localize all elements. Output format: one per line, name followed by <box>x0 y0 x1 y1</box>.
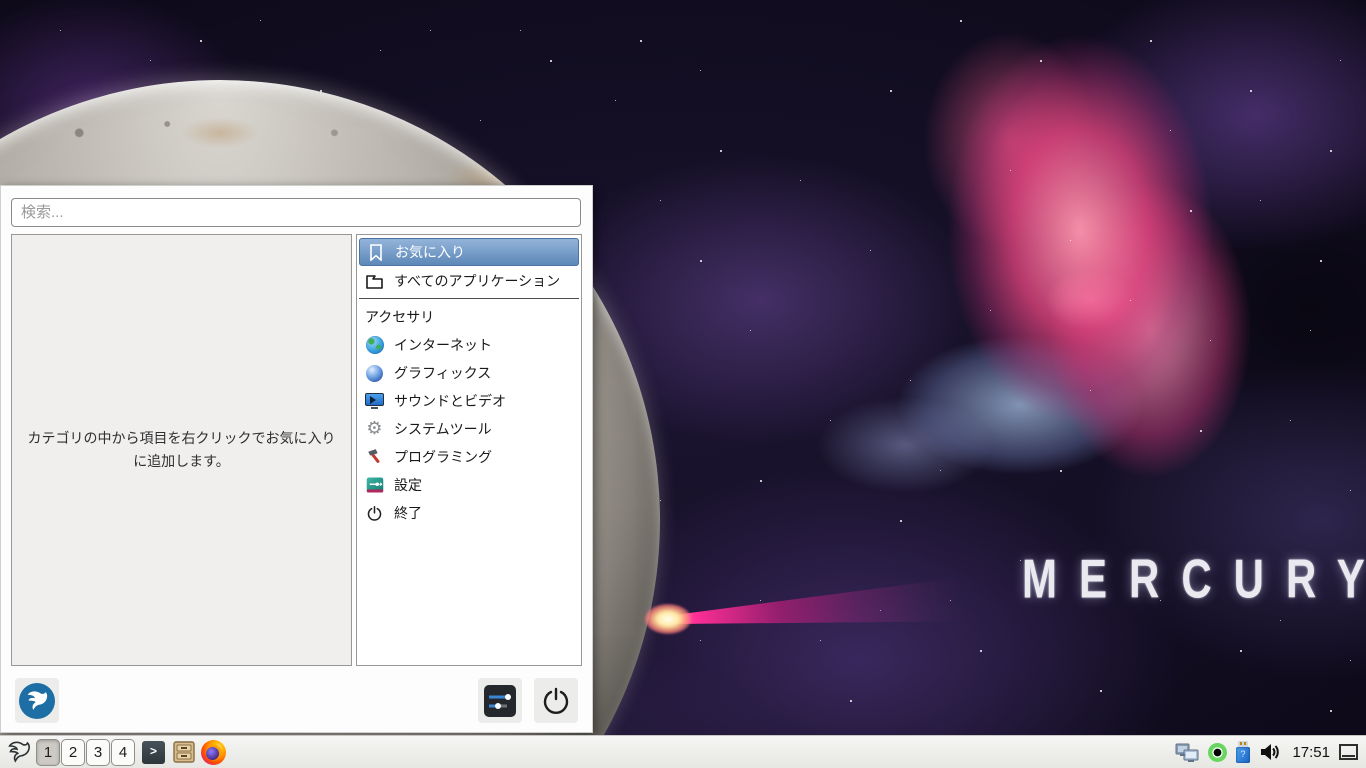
category-label: グラフィックス <box>394 365 492 381</box>
gears-icon: ⚙ <box>366 418 383 439</box>
bookmark-icon <box>366 243 385 262</box>
media-player-icon <box>365 392 384 411</box>
firefox-launcher[interactable] <box>200 739 227 766</box>
category-all-applications[interactable]: すべてのアプリケーション <box>359 267 579 295</box>
category-label: 設定 <box>394 477 422 493</box>
category-favorites[interactable]: お気に入り <box>359 238 579 266</box>
favorites-pane: カテゴリの中から項目を右クリックでお気に入りに追加します。 <box>11 234 352 666</box>
bird-menu-icon <box>8 741 30 763</box>
category-list: お気に入り すべてのアプリケーション アクセサリ インターネット グラフィックス <box>356 234 582 666</box>
workspace-4[interactable]: 4 <box>111 738 135 766</box>
bird-logo-icon <box>19 682 55 719</box>
category-settings[interactable]: 設定 <box>359 471 579 499</box>
show-desktop-button[interactable] <box>1339 744 1358 760</box>
file-manager-launcher[interactable] <box>170 739 197 766</box>
volume-icon[interactable] <box>1259 742 1281 762</box>
category-label: アクセサリ <box>365 309 435 325</box>
removable-media-icon[interactable] <box>1236 741 1251 763</box>
favorites-hint-text: カテゴリの中から項目を右クリックでお気に入りに追加します。 <box>27 429 336 469</box>
taskbar: 1 2 3 4 > ? 17:51 <box>0 735 1366 768</box>
category-label: お気に入り <box>395 244 465 260</box>
workspace-3[interactable]: 3 <box>86 738 110 766</box>
firefox-icon <box>201 739 226 765</box>
category-label: インターネット <box>394 337 492 353</box>
workspace-pager: 1 2 3 4 <box>36 738 135 766</box>
file-cabinet-icon <box>172 741 195 763</box>
menu-button[interactable] <box>4 738 34 767</box>
terminal-icon: > <box>142 740 165 764</box>
workspace-2[interactable]: 2 <box>61 738 85 766</box>
category-accessories[interactable]: アクセサリ <box>359 303 579 331</box>
category-graphics[interactable]: グラフィックス <box>359 359 579 387</box>
sphere-icon <box>365 364 384 383</box>
system-tray: 17:51 <box>1175 741 1362 763</box>
power-icon <box>543 687 569 714</box>
menu-settings-button[interactable] <box>478 678 522 723</box>
menu-separator <box>359 298 579 299</box>
category-label: プログラミング <box>394 449 492 465</box>
search-input[interactable] <box>11 198 581 227</box>
power-icon <box>365 504 384 523</box>
globe-icon <box>365 336 384 355</box>
folder-icon <box>365 272 384 291</box>
wallpaper-title: MERCURY <box>1022 548 1366 610</box>
category-programming[interactable]: プログラミング <box>359 443 579 471</box>
category-label: 終了 <box>394 505 422 521</box>
category-label: すべてのアプリケーション <box>394 273 561 289</box>
status-applet-icon[interactable] <box>1208 742 1228 762</box>
category-internet[interactable]: インターネット <box>359 331 579 359</box>
comet-head <box>645 604 691 634</box>
hatchet-icon <box>365 448 384 467</box>
sliders-icon <box>484 684 516 717</box>
network-icon[interactable] <box>1175 741 1199 763</box>
settings-icon <box>365 476 384 495</box>
category-label: システムツール <box>394 421 492 437</box>
distro-logo-button[interactable] <box>15 678 59 723</box>
terminal-launcher[interactable]: > <box>140 739 167 766</box>
category-label: サウンドとビデオ <box>394 393 506 409</box>
clock[interactable]: 17:51 <box>1292 744 1330 761</box>
category-logout[interactable]: 終了 <box>359 499 579 527</box>
workspace-1[interactable]: 1 <box>36 738 60 766</box>
application-menu: カテゴリの中から項目を右クリックでお気に入りに追加します。 お気に入り すべての… <box>0 185 593 733</box>
desktop: MERCURY カテゴリの中から項目を右クリックでお気に入りに追加します。 お気… <box>0 0 1366 768</box>
menu-power-button[interactable] <box>534 678 578 723</box>
category-sound-video[interactable]: サウンドとビデオ <box>359 387 579 415</box>
category-system-tools[interactable]: ⚙ システムツール <box>359 415 579 443</box>
